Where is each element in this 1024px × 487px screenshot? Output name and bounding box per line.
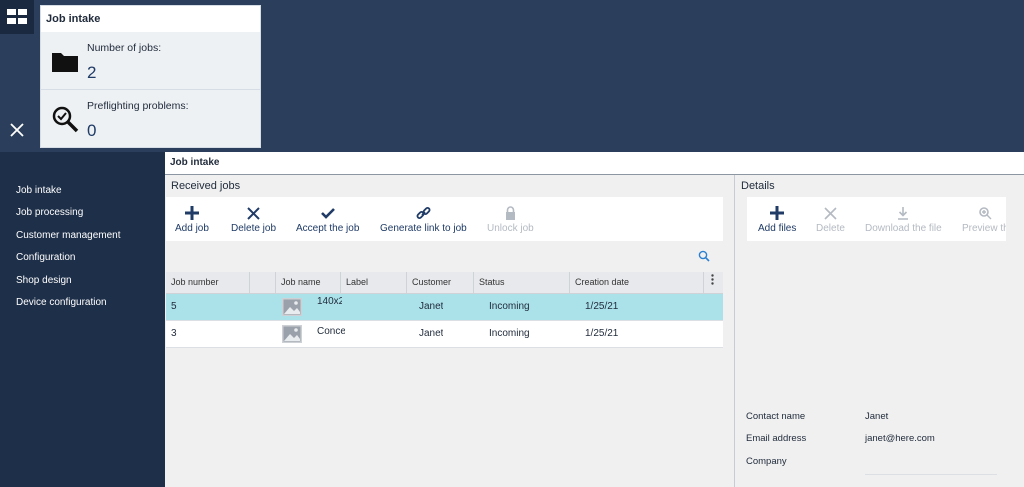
cell-job-number: 5 (171, 301, 177, 312)
sidebar-item-job-intake[interactable]: Job intake (0, 180, 165, 202)
contact-name-label: Contact name (746, 411, 806, 422)
preview-button[interactable]: Preview th (962, 203, 1006, 234)
column-customer[interactable]: Customer (407, 272, 474, 293)
grid-menu-button[interactable] (0, 0, 34, 34)
zoom-in-icon (979, 207, 992, 220)
sidebar-nav: Job intake Job processing Customer manag… (0, 180, 165, 314)
column-label[interactable]: Label (341, 272, 407, 293)
magnifier-check-icon (52, 106, 79, 133)
number-of-jobs-stat[interactable]: Number of jobs: 2 (41, 33, 260, 90)
add-files-button[interactable]: Add files (758, 203, 796, 234)
close-icon (247, 206, 260, 220)
email-address-label: Email address (746, 433, 807, 444)
stat-label: Number of jobs: (87, 42, 162, 54)
close-icon (10, 123, 24, 137)
cell-customer: Janet (419, 328, 444, 339)
company-field-underline (865, 474, 997, 475)
plus-icon (184, 206, 199, 220)
cell-creation-date: 1/25/21 (585, 301, 619, 312)
sidebar-item-configuration[interactable]: Configuration (0, 247, 165, 269)
download-file-button[interactable]: Download the file (865, 203, 942, 234)
company-label: Company (746, 456, 787, 467)
stat-value: 0 (87, 121, 97, 140)
panel-divider[interactable] (734, 175, 735, 487)
kebab-menu-icon (711, 274, 714, 285)
delete-job-button[interactable]: Delete job (231, 203, 276, 234)
add-job-label: Add job (175, 223, 209, 234)
details-toolbar: Add files Delete Download the file Previ… (747, 197, 1006, 241)
contact-name-value: Janet (865, 411, 889, 422)
download-file-label: Download the file (865, 223, 942, 234)
generate-link-button[interactable]: Generate link to job (380, 203, 467, 234)
sidebar-item-shop-design[interactable]: Shop design (0, 270, 165, 292)
table-row[interactable]: 3 Conce Janet Incoming 1/25/21 (166, 321, 723, 348)
accept-job-label: Accept the job (296, 223, 360, 234)
page-title: Job intake (165, 152, 1024, 175)
checkmark-icon (320, 207, 335, 219)
cell-status: Incoming (489, 301, 530, 312)
generate-link-label: Generate link to job (380, 223, 467, 234)
job-intake-summary-card: Job intake Number of jobs: 2 Preflightin… (40, 5, 261, 148)
lock-icon (505, 206, 515, 220)
unlock-job-button[interactable]: Unlock job (487, 203, 534, 234)
close-button[interactable] (8, 122, 26, 140)
details-title: Details (741, 180, 775, 192)
received-jobs-table: Job number Job name Label Customer Statu… (166, 272, 723, 348)
delete-file-label: Delete (816, 223, 845, 234)
column-job-number[interactable]: Job number (166, 272, 250, 293)
received-jobs-toolbar: Add job Delete job Accept the job Genera… (166, 197, 723, 241)
sidebar-item-device-configuration[interactable]: Device configuration (0, 292, 165, 314)
received-jobs-title: Received jobs (171, 180, 241, 192)
stat-value: 2 (87, 63, 97, 82)
table-row[interactable]: 5 140x2( Janet Incoming 1/25/21 (166, 294, 723, 321)
download-icon (898, 206, 909, 220)
unlock-job-label: Unlock job (487, 223, 534, 234)
link-icon (416, 206, 431, 219)
table-header: Job number Job name Label Customer Statu… (166, 272, 723, 294)
main-panel: Job intake Received jobs Add job Delete … (165, 152, 1024, 487)
delete-file-button[interactable]: Delete (816, 203, 845, 234)
add-files-label: Add files (758, 223, 797, 234)
column-menu-button[interactable] (704, 272, 723, 293)
column-thumbnail[interactable] (250, 272, 276, 293)
cell-job-number: 3 (171, 328, 177, 339)
summary-card-title: Job intake (41, 6, 260, 32)
add-job-button[interactable]: Add job (175, 203, 209, 234)
cell-status: Incoming (489, 328, 530, 339)
sidebar-item-customer-management[interactable]: Customer management (0, 225, 165, 247)
stat-label: Preflighting problems: (87, 100, 189, 112)
plus-icon (770, 206, 785, 220)
delete-job-label: Delete job (231, 223, 277, 234)
cell-job-name: 140x2( (317, 296, 342, 307)
column-creation-date[interactable]: Creation date (570, 272, 704, 293)
search-icon[interactable] (698, 250, 710, 262)
close-icon (824, 206, 837, 220)
accept-job-button[interactable]: Accept the job (296, 203, 359, 234)
sidebar-item-job-processing[interactable]: Job processing (0, 202, 165, 224)
folder-icon (52, 53, 78, 72)
cell-creation-date: 1/25/21 (585, 328, 619, 339)
cell-customer: Janet (419, 301, 444, 312)
image-thumbnail-icon (282, 298, 302, 316)
preview-label: Preview th (962, 223, 1006, 234)
preflighting-problems-stat[interactable]: Preflighting problems: 0 (41, 91, 260, 147)
column-status[interactable]: Status (474, 272, 570, 293)
image-thumbnail-icon (282, 325, 302, 343)
email-address-value: janet@here.com (865, 433, 935, 444)
cell-job-name: Conce (317, 326, 345, 337)
grid-icon (7, 9, 27, 24)
